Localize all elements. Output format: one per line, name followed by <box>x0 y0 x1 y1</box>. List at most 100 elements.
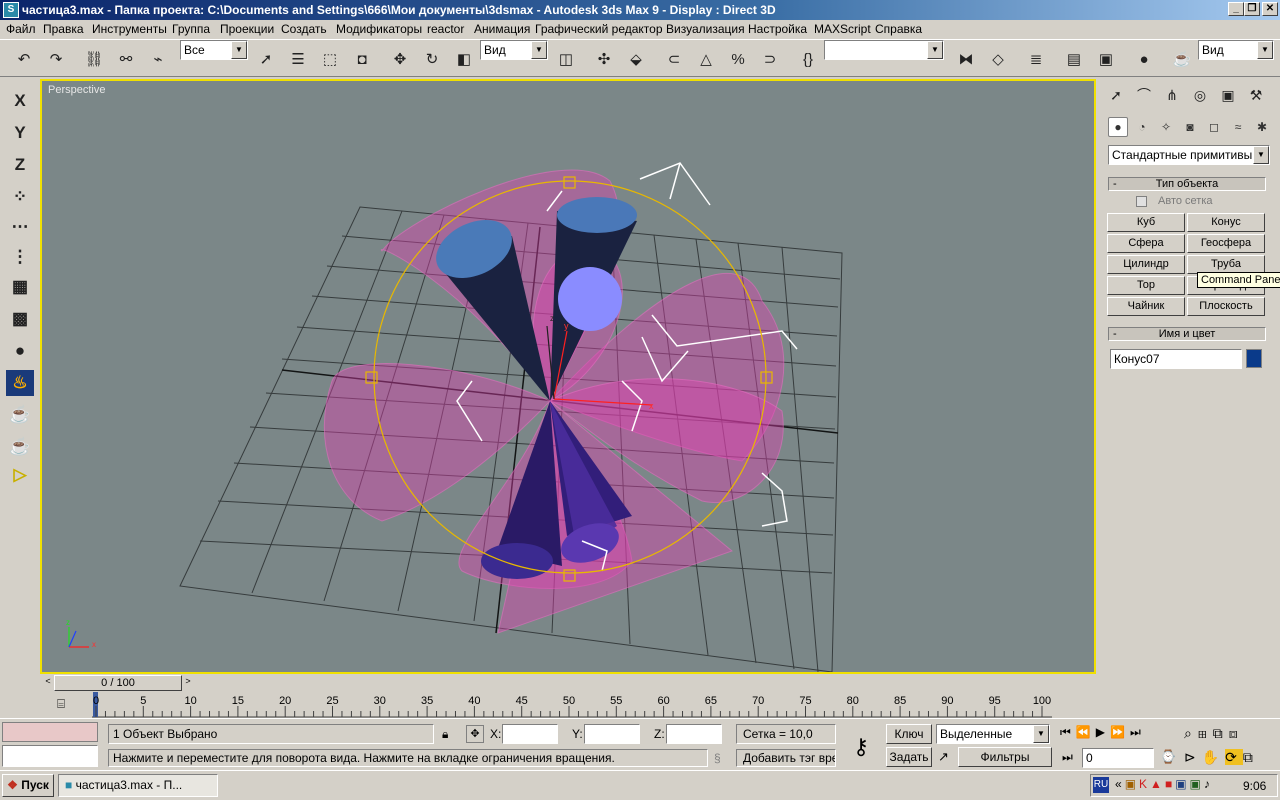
3ds-max-icon[interactable]: S <box>3 2 19 18</box>
cameras-icon[interactable]: ◙ <box>1180 117 1200 137</box>
menu-tools[interactable]: Инструменты <box>92 22 167 36</box>
lights-icon[interactable]: ✧ <box>1156 117 1176 137</box>
systems-icon[interactable]: ✱ <box>1252 117 1272 137</box>
hierarchy-tool-icon[interactable]: ⋮ <box>6 244 34 270</box>
taskbar-task-3dsmax[interactable]: ■ частица3.max - П... <box>58 774 218 797</box>
menu-group[interactable]: Группа <box>172 22 210 36</box>
curve-icon[interactable]: ↗ <box>938 749 949 765</box>
set-key-button[interactable]: Задать <box>886 747 932 767</box>
z-coord-input[interactable] <box>666 724 722 744</box>
selection-filter-dropdown[interactable]: Все ▼ <box>180 40 248 60</box>
lock-selection-icon[interactable]: 🔒︎ <box>442 727 448 742</box>
language-indicator[interactable]: RU <box>1093 777 1109 793</box>
perspective-viewport[interactable]: Perspective x y z x z <box>40 79 1096 674</box>
maxscript-listener-white[interactable] <box>2 745 98 767</box>
pan-icon[interactable]: ✋ <box>1202 749 1225 765</box>
restrict-y-button[interactable]: Y <box>6 120 34 146</box>
close-button[interactable]: ✕ <box>1262 2 1278 16</box>
teapot-icon[interactable]: ☕ <box>6 434 34 460</box>
modify-tab-icon[interactable]: ⌒ <box>1132 83 1156 107</box>
menu-graph-editors[interactable]: Графический редактор <box>535 22 663 36</box>
go-to-start-icon[interactable]: ⏮ <box>1060 725 1076 739</box>
field-of-view-icon[interactable]: ⊳ <box>1184 749 1202 765</box>
object-color-swatch[interactable] <box>1246 349 1262 368</box>
helpers-icon[interactable]: ◻ <box>1204 117 1224 137</box>
render-scene-icon[interactable]: ☕ <box>1170 47 1194 71</box>
render-view-dropdown[interactable]: Вид ▼ <box>1198 40 1274 60</box>
quick-render-icon[interactable]: ☕ <box>6 402 34 428</box>
create-tab-icon[interactable]: ➚ <box>1104 83 1128 107</box>
select-by-name-icon[interactable]: ☰ <box>286 47 310 71</box>
mini-curve-editor-icon[interactable]: ⌸ <box>52 696 70 714</box>
zoom-all-icon[interactable]: ⊞ <box>1198 725 1213 741</box>
menu-customize[interactable]: Настройка <box>748 22 807 36</box>
menu-reactor[interactable]: reactor <box>427 22 464 36</box>
speaker-icon[interactable]: ♪ <box>1204 777 1213 791</box>
menu-rendering[interactable]: Визуализация <box>666 22 745 36</box>
pivot-center-icon[interactable]: ◫ <box>554 47 578 71</box>
fire-effect-icon[interactable]: ♨ <box>6 370 34 396</box>
x-coord-input[interactable] <box>502 724 558 744</box>
time-slider-thumb[interactable]: 0 / 100 <box>54 675 182 691</box>
spacing-tool-icon[interactable]: ⋯ <box>6 214 34 240</box>
plane-button[interactable]: Плоскость <box>1187 297 1265 316</box>
object-type-rollout-header[interactable]: - Тип объекта <box>1108 177 1266 191</box>
play-icon[interactable]: ▶ <box>1096 725 1110 739</box>
selection-region-icon[interactable]: ⬚ <box>318 47 342 71</box>
array-icon[interactable]: ⁘ <box>6 184 34 210</box>
menu-help[interactable]: Справка <box>875 22 922 36</box>
mirror-icon[interactable]: ⧓ <box>954 47 978 71</box>
menu-file[interactable]: Файл <box>6 22 36 36</box>
hierarchy-tab-icon[interactable]: ⋔ <box>1160 83 1184 107</box>
autogrid-checkbox[interactable] <box>1136 196 1147 207</box>
key-mode-toggle-icon[interactable]: ⏭ <box>1062 750 1073 765</box>
window-crossing-icon[interactable]: ◘ <box>350 47 374 71</box>
redo-icon[interactable]: ↷ <box>44 47 68 71</box>
y-coord-input[interactable] <box>584 724 640 744</box>
scale-icon[interactable]: ◧ <box>452 47 476 71</box>
link-icon[interactable]: ⛓ <box>82 47 106 71</box>
name-color-rollout-header[interactable]: - Имя и цвет <box>1108 327 1266 341</box>
named-selection-dropdown[interactable]: ▼ <box>824 40 944 60</box>
cylinder-button[interactable]: Цилиндр <box>1107 255 1185 274</box>
menu-create[interactable]: Создать <box>281 22 327 36</box>
current-frame-input[interactable]: 0 <box>1082 748 1154 768</box>
prev-key-icon[interactable]: ⏪ <box>1076 725 1096 739</box>
percent-snap-icon[interactable]: % <box>726 47 750 71</box>
menu-edit[interactable]: Правка <box>43 22 84 36</box>
snap-toggle-icon[interactable]: ⊂ <box>662 47 686 71</box>
tray-app-icon[interactable]: ▣ <box>1190 777 1204 791</box>
geosphere-button[interactable]: Геосфера <box>1187 234 1265 253</box>
zoom-extents-icon[interactable]: ⧉ <box>1213 725 1229 741</box>
angle-snap-icon[interactable]: △ <box>694 47 718 71</box>
select-object-icon[interactable]: ➚ <box>254 47 278 71</box>
set-key-icon[interactable]: ⚷ <box>842 729 880 765</box>
move-icon[interactable]: ✥ <box>388 47 412 71</box>
maxscript-listener-pink[interactable] <box>2 722 98 742</box>
display-tab-icon[interactable]: ▣ <box>1216 83 1240 107</box>
ref-coord-dropdown[interactable]: Вид ▼ <box>480 40 548 60</box>
clone-icon[interactable]: ▦ <box>6 274 34 300</box>
script-icon[interactable]: § <box>714 751 721 765</box>
minimize-button[interactable]: _ <box>1228 2 1244 16</box>
keyboard-shortcut-icon[interactable]: ⬙ <box>624 47 648 71</box>
key-filters-button[interactable]: Фильтры ключей <box>958 747 1052 782</box>
tray-app-icon[interactable]: ▣ <box>1125 777 1139 791</box>
select-manipulate-icon[interactable]: ✣ <box>592 47 616 71</box>
maximize-button[interactable]: ❐ <box>1244 2 1260 16</box>
menu-views[interactable]: Проекции <box>220 22 274 36</box>
add-time-tag[interactable]: Добавить тэг врем <box>736 749 836 767</box>
track-bar[interactable]: ⌸ 0 5 10 15 20 25 30 35 40 45 50 55 60 65 70 75 80 85 90 95… <box>40 692 1096 718</box>
restrict-z-button[interactable]: Z <box>6 152 34 178</box>
unlink-icon[interactable]: ⚯ <box>114 47 138 71</box>
align-icon[interactable]: ◇ <box>986 47 1010 71</box>
space-warps-icon[interactable]: ≈ <box>1228 117 1248 137</box>
zoom-extents-all-icon[interactable]: ⧈ <box>1229 725 1244 741</box>
time-config-icon[interactable]: ⌚ <box>1160 749 1176 765</box>
zoom-icon[interactable]: ⌕ <box>1184 725 1198 741</box>
chevron-left-icon[interactable]: « <box>1115 777 1125 791</box>
curve-editor-icon[interactable]: ▤ <box>1062 47 1086 71</box>
bind-space-warp-icon[interactable]: ⌁ <box>146 47 170 71</box>
next-frame-icon[interactable]: > <box>182 676 194 690</box>
auto-key-button[interactable]: Ключ <box>886 724 932 744</box>
